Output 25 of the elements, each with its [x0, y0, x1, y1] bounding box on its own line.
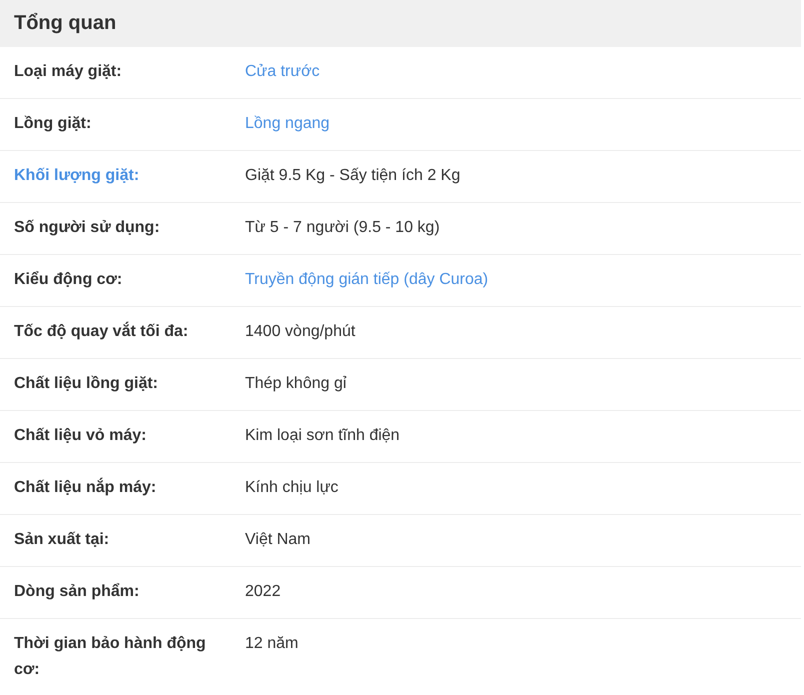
spec-label: Loại máy giặt: — [14, 63, 122, 80]
spec-label: Tốc độ quay vắt tối đa: — [14, 323, 188, 340]
spec-value: 12 năm — [245, 635, 298, 652]
spec-value-link[interactable]: Cửa trước — [245, 63, 320, 80]
spec-label: Dòng sản phẩm: — [14, 583, 140, 600]
spec-label: Sản xuất tại: — [14, 531, 110, 548]
spec-label: Số người sử dụng: — [14, 219, 160, 236]
spec-value: Thép không gỉ — [245, 375, 346, 392]
spec-label-link[interactable]: Khối lượng giặt: — [14, 167, 140, 184]
spec-label: Chất liệu vỏ máy: — [14, 427, 146, 444]
spec-value: Kim loại sơn tĩnh điện — [245, 427, 400, 444]
spec-value: Giặt 9.5 Kg - Sấy tiện ích 2 Kg — [245, 167, 460, 184]
spec-value: 2022 — [245, 583, 281, 600]
spec-label: Lồng giặt: — [14, 115, 92, 132]
spec-value: Việt Nam — [245, 531, 311, 548]
spec-label: Chất liệu nắp máy: — [14, 479, 156, 496]
spec-value: 1400 vòng/phút — [245, 323, 356, 340]
spec-value-link[interactable]: Truyền động gián tiếp (dây Curoa) — [245, 271, 488, 288]
section-title: Tổng quan — [14, 12, 116, 34]
spec-value: Kính chịu lực — [245, 479, 338, 496]
spec-label: Thời gian bảo hành động cơ: — [14, 635, 206, 678]
spec-value: Từ 5 - 7 người (9.5 - 10 kg) — [245, 219, 440, 236]
spec-label: Kiểu động cơ: — [14, 271, 122, 288]
spec-value-link[interactable]: Lồng ngang — [245, 115, 330, 132]
spec-label: Chất liệu lồng giặt: — [14, 375, 158, 392]
